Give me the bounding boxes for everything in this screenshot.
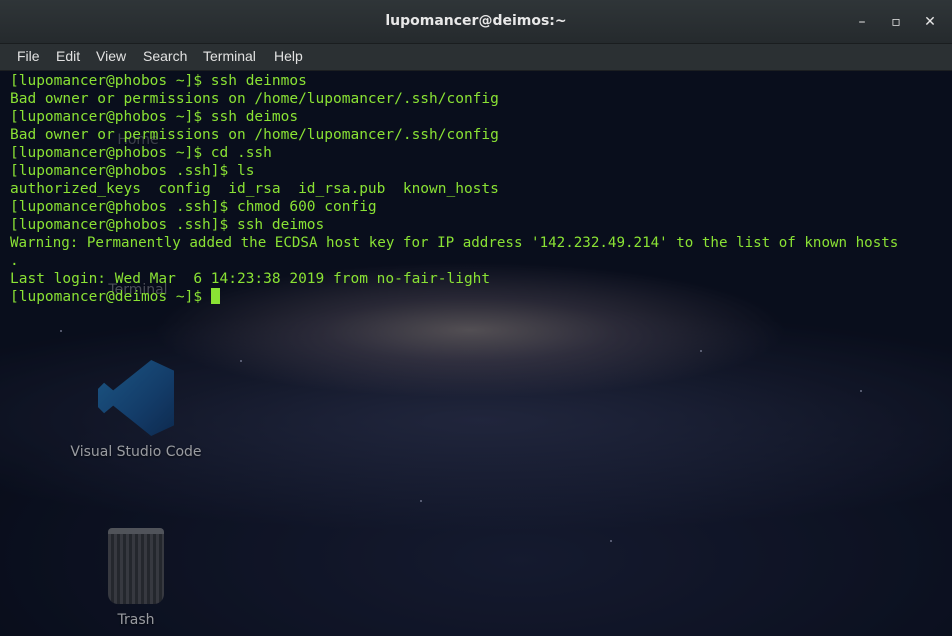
window-title: lupomancer@deimos:~ (385, 13, 567, 29)
terminal-output[interactable]: [lupomancer@phobos ~]$ ssh deinmos Bad o… (0, 71, 952, 636)
minimize-button[interactable]: – (852, 12, 872, 32)
terminal-line: [lupomancer@phobos ~]$ ssh deinmos (10, 73, 307, 89)
terminal-prompt: [lupomancer@deimos ~]$ (10, 289, 211, 305)
terminal-line: . (10, 253, 19, 269)
menu-file[interactable]: File (17, 48, 40, 64)
terminal-line: Warning: Permanently added the ECDSA hos… (10, 235, 899, 251)
terminal-line: [lupomancer@phobos .ssh]$ chmod 600 conf… (10, 199, 377, 215)
terminal-scrollbar[interactable] (946, 71, 952, 636)
terminal-line: Bad owner or permissions on /home/lupoma… (10, 91, 499, 107)
text-cursor (210, 288, 220, 304)
menu-view[interactable]: View (96, 48, 126, 64)
terminal-line: Bad owner or permissions on /home/lupoma… (10, 127, 499, 143)
terminal-line: [lupomancer@phobos ~]$ cd .ssh (10, 145, 272, 161)
terminal-line: Last login: Wed Mar 6 14:23:38 2019 from… (10, 271, 491, 287)
terminal-line: [lupomancer@phobos ~]$ ssh deimos (10, 109, 299, 125)
desktop: Home Terminal Visual Studio Code Trash l… (0, 0, 952, 636)
terminal-prompt-line: [lupomancer@deimos ~]$ (10, 288, 220, 306)
terminal-window: lupomancer@deimos:~ – ▫ ✕ File Edit View… (0, 0, 952, 636)
menu-search[interactable]: Search (143, 48, 187, 64)
close-button[interactable]: ✕ (920, 12, 940, 32)
menu-bar: File Edit View Search Terminal Help (0, 44, 952, 71)
menu-help[interactable]: Help (274, 48, 303, 64)
terminal-line: [lupomancer@phobos .ssh]$ ls (10, 163, 255, 179)
menu-terminal[interactable]: Terminal (203, 48, 256, 64)
maximize-button[interactable]: ▫ (886, 12, 906, 32)
menu-edit[interactable]: Edit (56, 48, 80, 64)
title-bar[interactable]: lupomancer@deimos:~ – ▫ ✕ (0, 0, 952, 44)
terminal-line: authorized_keys config id_rsa id_rsa.pub… (10, 181, 499, 197)
terminal-line: [lupomancer@phobos .ssh]$ ssh deimos (10, 217, 325, 233)
